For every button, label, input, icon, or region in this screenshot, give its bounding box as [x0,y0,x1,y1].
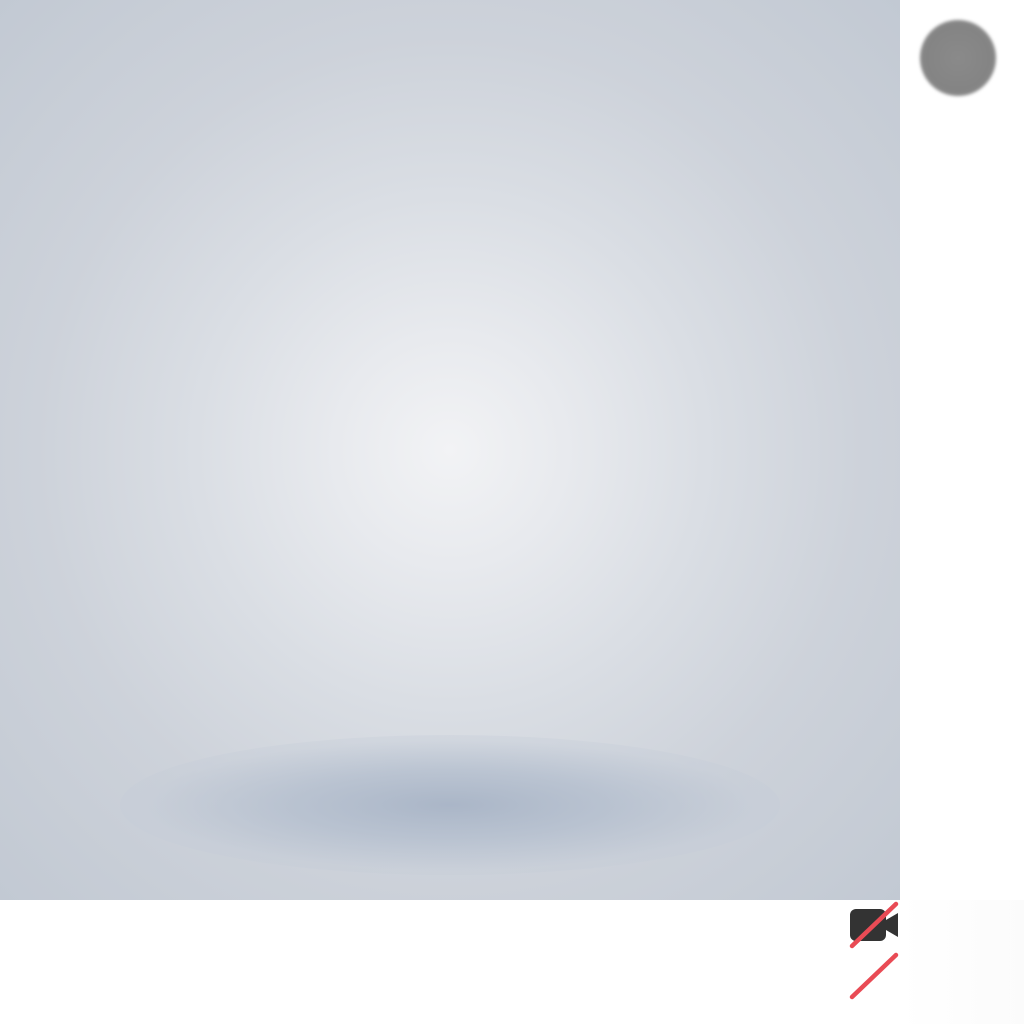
call-window [0,0,1024,1024]
microphone-toggle-button[interactable] [846,950,902,1004]
camera-toggle-button[interactable] [846,900,902,952]
microphone-off-icon [849,952,899,1000]
side-panel [900,900,1024,1024]
video-tile [0,0,900,900]
floor-shadow [120,735,780,875]
video-camera-off-icon [849,901,899,949]
participant-avatar[interactable] [920,20,996,96]
